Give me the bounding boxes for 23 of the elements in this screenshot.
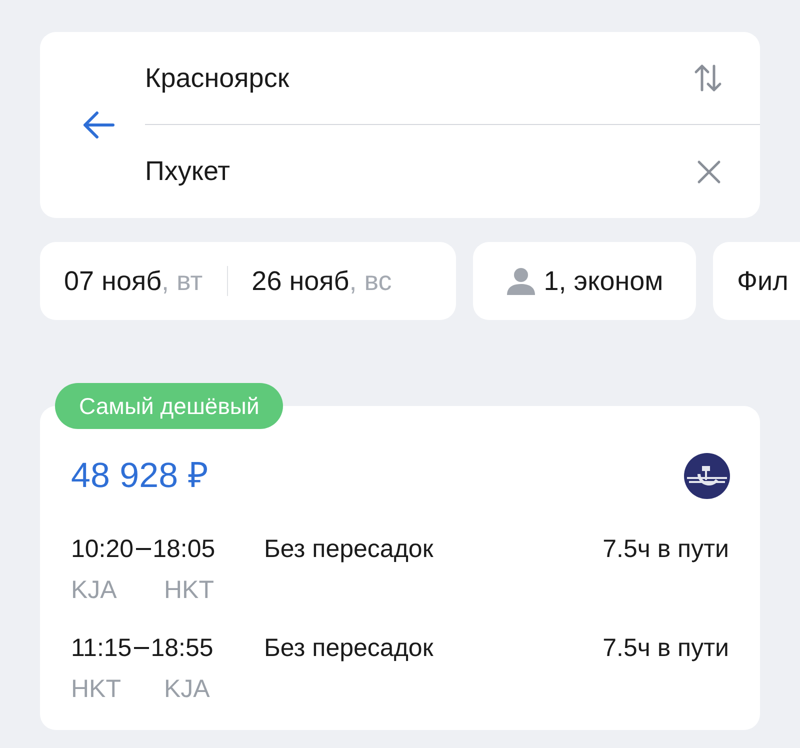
duration-text: 7.5ч в пути [602, 632, 729, 664]
duration-text: 7.5ч в пути [602, 534, 729, 564]
departure-time: 11:15 [71, 632, 132, 664]
origin-field[interactable]: Красноярск [145, 58, 290, 98]
weekday-text: , вт [162, 264, 203, 298]
airport-code: HKT [71, 674, 122, 705]
date-text: 07 нояб [64, 264, 162, 298]
passengers-chip[interactable]: 1, эконом [473, 242, 696, 320]
arrival-time: 18:05 [152, 534, 216, 564]
arrival-time: 18:55 [150, 632, 214, 664]
filter-chip[interactable]: Фил [713, 242, 800, 320]
airport-code: KJA [164, 674, 210, 705]
dates-chip[interactable]: 07 нояб, вт 26 нояб, вс [40, 242, 456, 320]
airport-code: KJA [71, 575, 118, 606]
departure-time: 10:20 [71, 534, 134, 564]
price-text: 48 928 ₽ [71, 455, 208, 497]
stops-text: Без пересадок [264, 632, 434, 664]
destination-field[interactable]: Пхукет [145, 151, 230, 192]
stops-text: Без пересадок [264, 534, 434, 564]
airport-code: HKT [164, 575, 214, 606]
cheapest-badge: Самый дешёвый [55, 383, 284, 429]
date-text: 26 нояб [252, 264, 350, 298]
weekday-text: , вс [349, 264, 392, 298]
